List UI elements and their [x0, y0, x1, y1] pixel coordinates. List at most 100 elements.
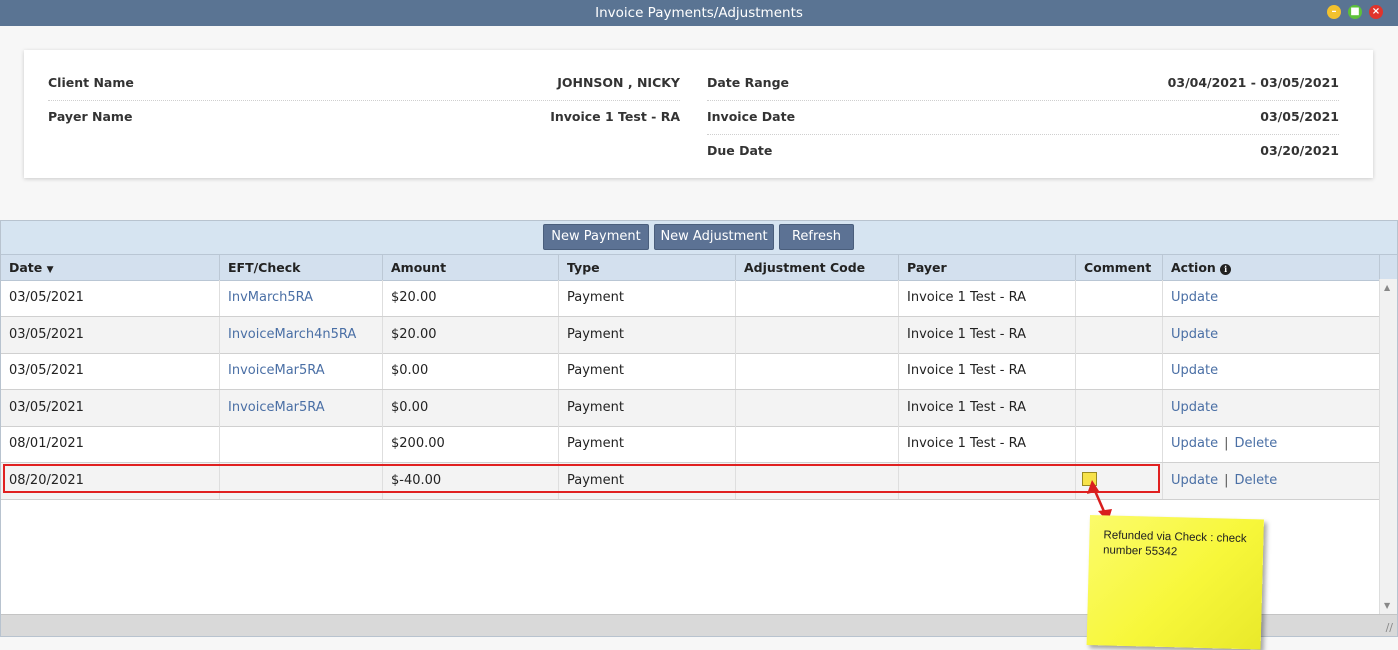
highlight-box [3, 464, 1160, 493]
cell-date: 03/05/2021 [1, 317, 219, 353]
eft-check-link[interactable]: InvoiceMar5RA [228, 363, 325, 378]
date-range-label: Date Range [707, 75, 790, 90]
client-name-value: JOHNSON , NICKY [557, 75, 680, 90]
col-header-comment[interactable]: Comment [1075, 255, 1162, 280]
cell-amount: $200.00 [382, 426, 558, 463]
vertical-scrollbar[interactable]: ▲ ▼ [1379, 279, 1397, 614]
cell-value: Payment [567, 399, 624, 415]
cell-eft: InvoiceMar5RA [219, 353, 382, 390]
refresh-button[interactable]: Refresh [779, 224, 854, 250]
cell-eft: InvoiceMarch4n5RA [219, 316, 382, 353]
col-header-amount[interactable]: Amount [382, 255, 558, 280]
col-header-type[interactable]: Type [558, 255, 735, 280]
cell-amount: $0.00 [382, 389, 558, 426]
resize-grip-icon[interactable]: ∕∕ [1386, 621, 1393, 634]
close-icon[interactable]: × [1369, 5, 1383, 19]
sort-desc-icon: ▼ [46, 265, 54, 275]
payer-name-label: Payer Name [48, 109, 133, 124]
eft-check-link[interactable]: InvoiceMar5RA [228, 400, 325, 415]
cell-amount: $20.00 [382, 316, 558, 353]
cell-type: Payment [558, 280, 735, 316]
client-name-label: Client Name [48, 75, 134, 90]
cell-payer: Invoice 1 Test - RA [898, 426, 1075, 463]
update-link[interactable]: Update [1171, 473, 1218, 488]
invoice-info-card: Client Name JOHNSON , NICKY Payer Name I… [24, 50, 1373, 178]
cell-value: Payment [567, 326, 624, 342]
cell-value: $0.00 [391, 363, 429, 379]
cell-type: Payment [558, 389, 735, 426]
cell-date: 08/01/2021 [1, 426, 219, 462]
invoice-date-label: Invoice Date [707, 109, 796, 124]
comment-note-icon[interactable] [1082, 472, 1097, 486]
col-header-payer[interactable]: Payer [898, 255, 1075, 280]
table-row[interactable]: 08/01/2021 $200.00 Payment Invoice 1 Test -… [1, 426, 1379, 464]
cell-adj-code [735, 280, 898, 316]
new-adjustment-button[interactable]: New Adjustment [654, 224, 774, 250]
new-payment-button[interactable]: New Payment [543, 224, 649, 250]
col-header-adjustment-code[interactable]: Adjustment Code [735, 255, 898, 280]
col-header-eft[interactable]: EFT/Check [219, 255, 382, 280]
cell-value: $20.00 [391, 326, 437, 342]
update-link[interactable]: Update [1171, 400, 1218, 415]
cell-adj-code [735, 316, 898, 353]
update-link[interactable]: Update [1171, 363, 1218, 378]
cell-action: Update [1162, 353, 1379, 390]
col-header-date[interactable]: Date ▼ [1, 255, 219, 280]
due-date-value: 03/20/2021 [1260, 143, 1339, 158]
payer-name-value: Invoice 1 Test - RA [550, 109, 680, 124]
eft-check-link[interactable]: InvoiceMarch4n5RA [228, 327, 356, 342]
col-header-date-label: Date [9, 260, 43, 275]
delete-link[interactable]: Delete [1234, 473, 1277, 488]
cell-value: Invoice 1 Test - RA [907, 363, 1026, 379]
cell-value: Invoice 1 Test - RA [907, 399, 1026, 415]
cell-value: $20.00 [391, 290, 437, 305]
eft-check-link[interactable]: InvMarch5RA [228, 290, 313, 305]
cell-eft [219, 426, 382, 463]
scroll-up-icon[interactable]: ▲ [1384, 283, 1390, 292]
table-row[interactable]: 03/05/2021 InvoiceMar5RA $0.00 Payment Invoi… [1, 353, 1379, 391]
col-header-action-label: Action [1171, 260, 1216, 275]
table-row[interactable]: 03/05/2021 InvoiceMar5RA $0.00 Payment Invoi… [1, 389, 1379, 427]
table-row[interactable]: 03/05/2021 InvoiceMarch4n5RA $20.00 Payment… [1, 316, 1379, 354]
cell-value: Payment [567, 290, 624, 305]
maximize-icon[interactable]: ■ [1348, 5, 1362, 19]
due-date-label: Due Date [707, 143, 773, 158]
due-date-field: Due Date 03/20/2021 [707, 134, 1339, 168]
cell-value: 03/05/2021 [9, 399, 84, 415]
cell-date: 03/05/2021 [1, 353, 219, 389]
cell-adj-code [735, 426, 898, 463]
cell-date: 03/05/2021 [1, 280, 219, 316]
minimize-icon[interactable]: – [1327, 5, 1341, 19]
window-title: Invoice Payments/Adjustments [595, 5, 803, 21]
cell-payer: Invoice 1 Test - RA [898, 353, 1075, 390]
cell-comment [1075, 316, 1162, 353]
cell-comment [1075, 353, 1162, 390]
window-titlebar: Invoice Payments/Adjustments – ■ × [0, 0, 1398, 26]
date-range-value: 03/04/2021 - 03/05/2021 [1167, 75, 1339, 90]
table-row[interactable]: 03/05/2021 InvMarch5RA $20.00 Payment Invoic… [1, 280, 1379, 317]
cell-action: Update [1162, 316, 1379, 353]
cell-value: Invoice 1 Test - RA [907, 326, 1026, 342]
cell-action: Update | Delete [1162, 426, 1379, 463]
update-link[interactable]: Update [1171, 290, 1218, 305]
cell-value: Payment [567, 436, 624, 452]
cell-type: Payment [558, 426, 735, 463]
action-separator: | [1224, 473, 1229, 488]
update-link[interactable]: Update [1171, 436, 1218, 451]
cell-value: 03/05/2021 [9, 290, 84, 305]
cell-adj-code [735, 353, 898, 390]
cell-type: Payment [558, 316, 735, 353]
payer-name-field: Payer Name Invoice 1 Test - RA [48, 100, 680, 134]
cell-comment [1075, 280, 1162, 316]
update-link[interactable]: Update [1171, 327, 1218, 342]
action-separator: | [1224, 436, 1229, 452]
cell-value: Invoice 1 Test - RA [907, 436, 1026, 452]
scroll-down-icon[interactable]: ▼ [1384, 601, 1390, 610]
info-icon[interactable]: i [1220, 264, 1232, 275]
delete-link[interactable]: Delete [1234, 436, 1277, 451]
cell-payer: Invoice 1 Test - RA [898, 316, 1075, 353]
cell-action: Update [1162, 280, 1379, 316]
cell-value: Invoice 1 Test - RA [907, 290, 1026, 305]
cell-value: 03/05/2021 [9, 326, 84, 342]
cell-type: Payment [558, 353, 735, 390]
